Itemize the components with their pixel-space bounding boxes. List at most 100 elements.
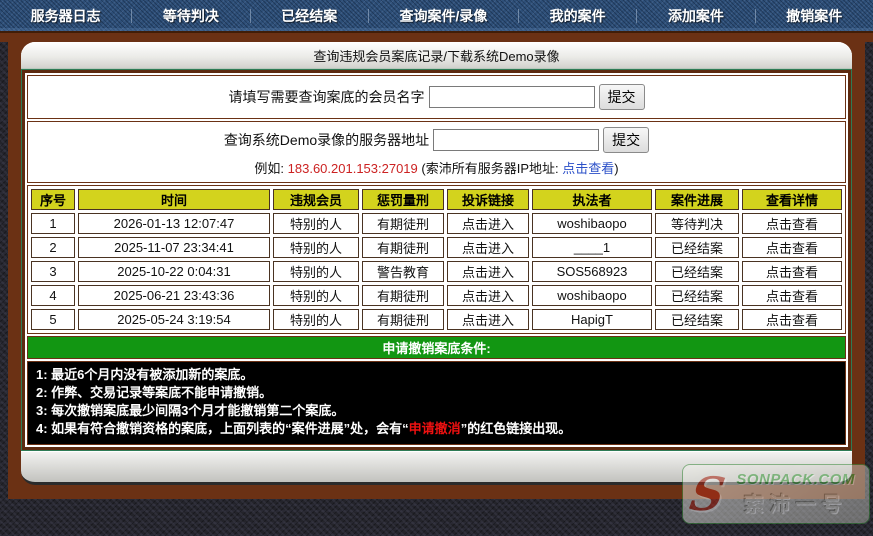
rule-text: 2: 作弊、交易记录等案底不能申请撤销。: [36, 385, 272, 400]
rule-text: 1: 最近6个月内没有被添加新的案底。: [36, 367, 253, 382]
nav-divider: [636, 9, 637, 23]
cell-member[interactable]: 特别的人: [273, 261, 359, 282]
example-suffix: ): [614, 161, 618, 176]
rule-red-highlight: 申请撤消: [409, 421, 461, 436]
nav-item-pending-judgment[interactable]: 等待判决: [163, 6, 219, 26]
cell-penalty: 有期徒刑: [362, 285, 444, 306]
cell-detail[interactable]: 点击查看: [742, 285, 842, 306]
rule-line-2: 2: 作弊、交易记录等案底不能申请撤销。: [36, 384, 837, 402]
cell-complaint[interactable]: 点击进入: [447, 309, 529, 330]
cell-penalty: 警告教育: [362, 261, 444, 282]
content-frame: 查询违规会员案底记录/下载系统Demo录像 请填写需要查询案底的会员名字 提交 …: [8, 42, 865, 499]
cell-member[interactable]: 特别的人: [273, 213, 359, 234]
view-all-servers-link[interactable]: 点击查看: [562, 161, 614, 176]
nav-divider: [755, 9, 756, 23]
table-row: 12026-01-13 12:07:47特别的人有期徒刑点击进入woshibao…: [31, 213, 842, 234]
cell-no: 4: [31, 285, 75, 306]
frame-top-bar: [0, 31, 873, 42]
case-table: 序号时间违规会员惩罚量刑投诉链接执法者案件进展查看详情 12026-01-13 …: [28, 186, 845, 333]
cell-no: 3: [31, 261, 75, 282]
member-name-input[interactable]: [429, 86, 595, 108]
table-header-row: 序号时间违规会员惩罚量刑投诉链接执法者案件进展查看详情: [31, 189, 842, 210]
cell-enforcer[interactable]: HapigT: [532, 309, 652, 330]
rule-line-4: 4: 如果有符合撤销资格的案底，上面列表的“案件进展”处，会有“申请撤消”的红色…: [36, 420, 837, 438]
cell-time: 2025-06-21 23:43:36: [78, 285, 270, 306]
nav-divider: [518, 9, 519, 23]
example-prefix: 例如:: [254, 161, 287, 176]
cell-time: 2026-01-13 12:07:47: [78, 213, 270, 234]
column-header-enforcer: 执法者: [532, 189, 652, 210]
cell-time: 2025-05-24 3:19:54: [78, 309, 270, 330]
cell-complaint[interactable]: 点击进入: [447, 237, 529, 258]
table-row: 42025-06-21 23:43:36特别的人有期徒刑点击进入woshibao…: [31, 285, 842, 306]
cell-penalty: 有期徒刑: [362, 309, 444, 330]
member-submit-button[interactable]: 提交: [599, 84, 645, 110]
cell-member[interactable]: 特别的人: [273, 309, 359, 330]
nav-item-query-case-recording[interactable]: 查询案件/录像: [399, 6, 487, 26]
cell-complaint[interactable]: 点击进入: [447, 213, 529, 234]
revoke-conditions-header: 申请撤销案底条件:: [27, 336, 846, 359]
page: 服务器日志等待判决已经结案查询案件/录像我的案件添加案件撤销案件 查询违规会员案…: [0, 0, 873, 536]
case-table-section: 序号时间违规会员惩罚量刑投诉链接执法者案件进展查看详情 12026-01-13 …: [27, 185, 846, 334]
page-title-banner: 查询违规会员案底记录/下载系统Demo录像: [21, 42, 852, 69]
server-query-form-line: 查询系统Demo录像的服务器地址 提交: [224, 127, 649, 153]
cell-no: 1: [31, 213, 75, 234]
watermark-domain: SONPACK.COM: [726, 471, 865, 488]
watermark-text: SONPACK.COM 索沛一号: [726, 471, 869, 517]
cell-enforcer[interactable]: woshibaopo: [532, 213, 652, 234]
watermark-logo: S SONPACK.COM 索沛一号: [682, 464, 870, 524]
rule-text: ”的红色链接出现。: [461, 421, 572, 436]
cell-complaint[interactable]: 点击进入: [447, 285, 529, 306]
table-row: 22025-11-07 23:34:41特别的人有期徒刑点击进入____1已经结…: [31, 237, 842, 258]
nav-item-closed-cases[interactable]: 已经结案: [281, 6, 337, 26]
nav-item-add-case[interactable]: 添加案件: [668, 6, 724, 26]
cell-enforcer[interactable]: woshibaopo: [532, 285, 652, 306]
cell-penalty: 有期徒刑: [362, 213, 444, 234]
cell-no: 2: [31, 237, 75, 258]
nav-item-my-cases[interactable]: 我的案件: [550, 6, 606, 26]
cell-detail[interactable]: 点击查看: [742, 261, 842, 282]
cell-no: 5: [31, 309, 75, 330]
nav-divider: [131, 9, 132, 23]
cell-member[interactable]: 特别的人: [273, 285, 359, 306]
cell-detail[interactable]: 点击查看: [742, 237, 842, 258]
column-header-no: 序号: [31, 189, 75, 210]
page-title: 查询违规会员案底记录/下载系统Demo录像: [313, 46, 559, 65]
cell-penalty: 有期徒刑: [362, 237, 444, 258]
cell-status: 等待判决: [655, 213, 739, 234]
cell-enforcer[interactable]: SOS568923: [532, 261, 652, 282]
table-row: 32025-10-22 0:04:31特别的人警告教育点击进入SOS568923…: [31, 261, 842, 282]
cell-detail[interactable]: 点击查看: [742, 309, 842, 330]
column-header-penalty: 惩罚量刑: [362, 189, 444, 210]
column-header-time: 时间: [78, 189, 270, 210]
top-nav: 服务器日志 等待判决 已经结案 查询案件/录像 我的案件 添加案件 撤销案件: [0, 0, 873, 31]
column-header-detail: 查看详情: [742, 189, 842, 210]
cell-enforcer[interactable]: ____1: [532, 237, 652, 258]
nav-item-server-log[interactable]: 服务器日志: [31, 6, 101, 26]
rule-line-1: 1: 最近6个月内没有被添加新的案底。: [36, 366, 837, 384]
server-query-label: 查询系统Demo录像的服务器地址: [224, 130, 429, 150]
main-panel: 请填写需要查询案底的会员名字 提交 查询系统Demo录像的服务器地址 提交 例如…: [21, 69, 852, 451]
column-header-complaint: 投诉链接: [447, 189, 529, 210]
revoke-rules-box: 1: 最近6个月内没有被添加新的案底。 2: 作弊、交易记录等案底不能申请撤销。 3…: [27, 361, 846, 445]
member-query-section: 请填写需要查询案底的会员名字 提交: [27, 75, 846, 119]
cell-complaint[interactable]: 点击进入: [447, 261, 529, 282]
cell-member[interactable]: 特别的人: [273, 237, 359, 258]
server-submit-button[interactable]: 提交: [603, 127, 649, 153]
example-ip: 183.60.201.153:27019: [288, 161, 418, 176]
watermark-brand: 索沛一号: [726, 488, 865, 517]
example-line: 例如: 183.60.201.153:27019 (索沛所有服务器IP地址: 点…: [254, 158, 618, 177]
cell-status: 已经结案: [655, 237, 739, 258]
nav-item-withdraw-case[interactable]: 撤销案件: [786, 6, 842, 26]
rule-line-3: 3: 每次撤销案底最少间隔3个月才能撤销第二个案底。: [36, 402, 837, 420]
example-middle: (索沛所有服务器IP地址:: [418, 161, 562, 176]
column-header-status: 案件进展: [655, 189, 739, 210]
server-query-section: 查询系统Demo录像的服务器地址 提交 例如: 183.60.201.153:2…: [27, 121, 846, 183]
server-address-input[interactable]: [433, 129, 599, 151]
revoke-conditions-title: 申请撤销案底条件:: [382, 338, 490, 357]
cell-status: 已经结案: [655, 261, 739, 282]
main-panel-inner: 请填写需要查询案底的会员名字 提交 查询系统Demo录像的服务器地址 提交 例如…: [25, 73, 848, 447]
cell-detail[interactable]: 点击查看: [742, 213, 842, 234]
nav-divider: [250, 9, 251, 23]
cell-time: 2025-10-22 0:04:31: [78, 261, 270, 282]
